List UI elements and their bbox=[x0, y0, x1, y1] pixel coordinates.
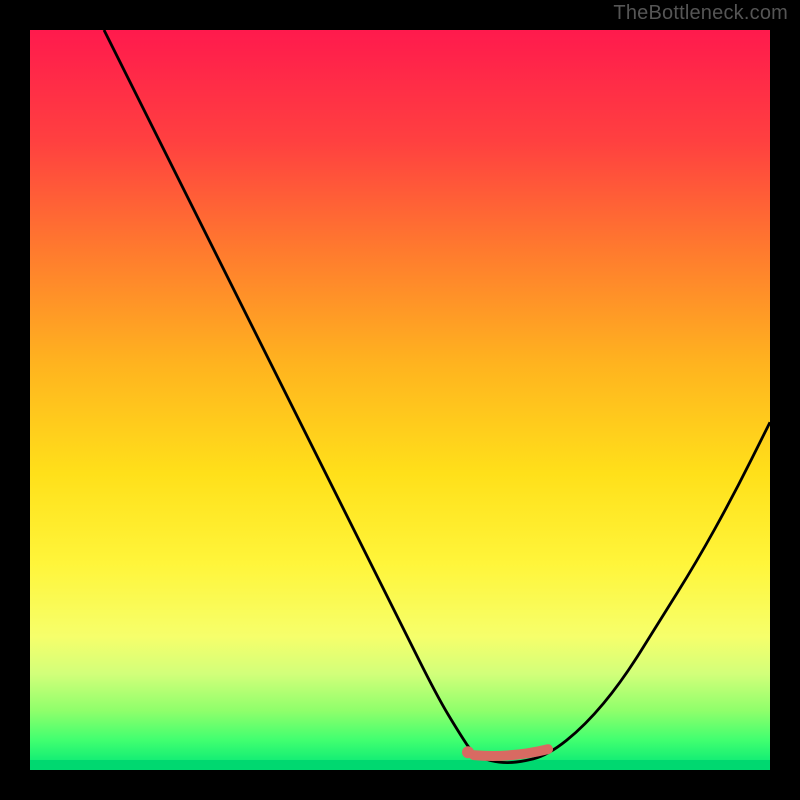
chart-frame: TheBottleneck.com bbox=[0, 0, 800, 800]
watermark-label: TheBottleneck.com bbox=[613, 2, 788, 25]
chart-svg bbox=[30, 30, 770, 770]
bottleneck-curve bbox=[104, 30, 770, 763]
plot-area bbox=[30, 30, 770, 770]
optimal-marker-dot bbox=[462, 746, 474, 758]
optimal-marker-segment bbox=[474, 749, 548, 756]
